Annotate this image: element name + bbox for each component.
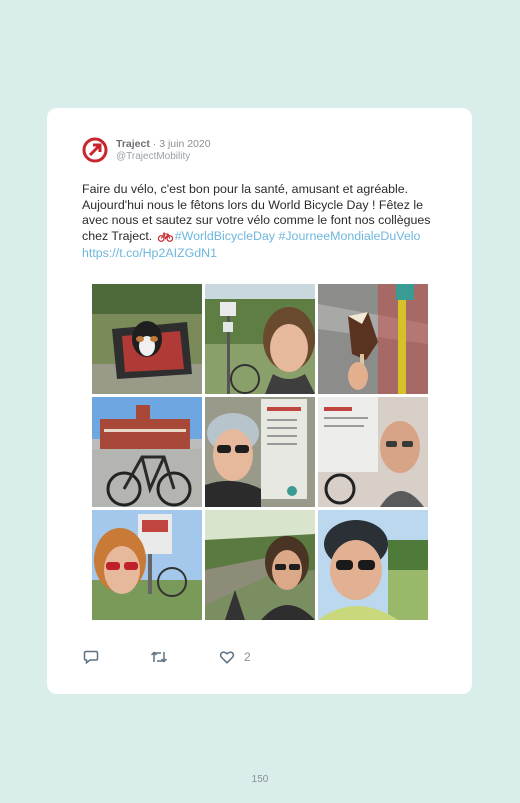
author-name[interactable]: Traject: [116, 138, 150, 150]
tweet-link[interactable]: https://t.co/Hp2AIZGdN1: [82, 246, 217, 260]
photo-grid: [92, 284, 428, 620]
action-bar: 2: [83, 650, 283, 666]
photo-man-with-bike[interactable]: [318, 397, 428, 507]
like-count: 2: [244, 650, 251, 664]
photo-bike-square[interactable]: [92, 397, 202, 507]
page-number: 150: [251, 774, 269, 785]
retweet-button[interactable]: [150, 650, 168, 664]
separator: ·: [149, 138, 160, 150]
photo-selfie-sign[interactable]: [205, 284, 315, 394]
like-button[interactable]: 2: [219, 650, 251, 664]
author-handle[interactable]: @TrajectMobility: [116, 151, 190, 162]
photo-helmet-sunglasses[interactable]: [318, 510, 428, 620]
reply-button[interactable]: [83, 650, 99, 664]
tweet-date[interactable]: 3 juin 2020: [159, 138, 210, 150]
photo-glasses-selfie[interactable]: [92, 510, 202, 620]
reply-icon: [83, 650, 99, 664]
bicycle-emoji-icon: [157, 231, 173, 247]
tweet-card: Traject · 3 juin 2020 @TrajectMobility F…: [47, 108, 472, 694]
heart-icon: [219, 650, 235, 664]
traject-logo-icon[interactable]: [81, 136, 109, 164]
tweet-text: Faire du vélo, c'est bon pour la santé, …: [82, 182, 442, 262]
photo-ice-cream[interactable]: [318, 284, 428, 394]
photo-canal-selfie[interactable]: [205, 510, 315, 620]
photo-dog-in-cargo-bike[interactable]: [92, 284, 202, 394]
hashtag-world-bicycle-day[interactable]: #WorldBicycleDay: [175, 229, 275, 243]
retweet-icon: [150, 650, 168, 664]
photo-helmet-selfie[interactable]: [205, 397, 315, 507]
hashtag-journee-mondiale-du-velo[interactable]: #JourneeMondialeDuVelo: [278, 229, 420, 243]
author-line: Traject · 3 juin 2020: [116, 138, 211, 150]
